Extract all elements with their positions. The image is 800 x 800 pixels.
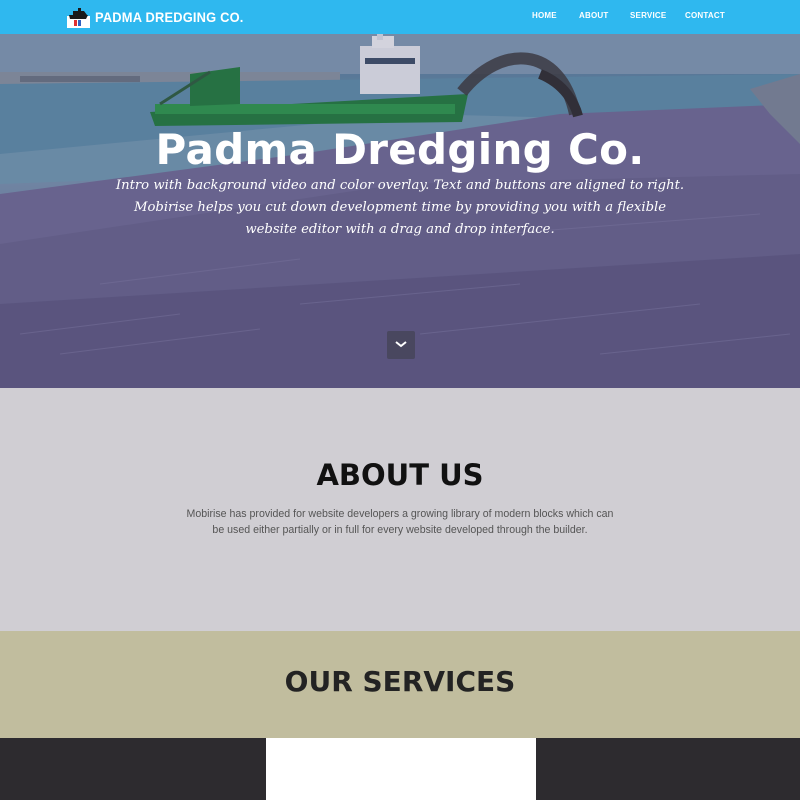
scroll-down-button[interactable] [387,331,415,359]
service-card [266,738,536,800]
chevron-down-icon [395,341,407,348]
ship-logo-icon[interactable] [67,6,90,28]
brand-name[interactable]: PADMA DREDGING CO. [95,9,244,25]
nav-home-link[interactable]: HOME [532,11,557,20]
hero-text: Intro with background video and color ov… [115,178,685,237]
about-text: Mobirise has provided for website develo… [186,508,614,536]
hero-title: Padma Dredging Co. [155,125,645,174]
services-cards-area [0,738,800,800]
services-title: OUR SERVICES [284,665,516,698]
nav-contact-link[interactable]: CONTACT [685,11,725,20]
navbar: PADMA DREDGING CO. HOME ABOUT SERVICE CO… [0,0,800,34]
about-section: ABOUT US Mobirise has provided for websi… [0,388,800,631]
nav-service-link[interactable]: SERVICE [630,11,666,20]
hero-section: Padma Dredging Co. Intro with background… [0,34,800,388]
services-section: OUR SERVICES [0,631,800,738]
nav-about-link[interactable]: ABOUT [579,11,608,20]
brand[interactable]: PADMA DREDGING CO. [67,5,257,29]
about-title: ABOUT US [316,458,484,492]
